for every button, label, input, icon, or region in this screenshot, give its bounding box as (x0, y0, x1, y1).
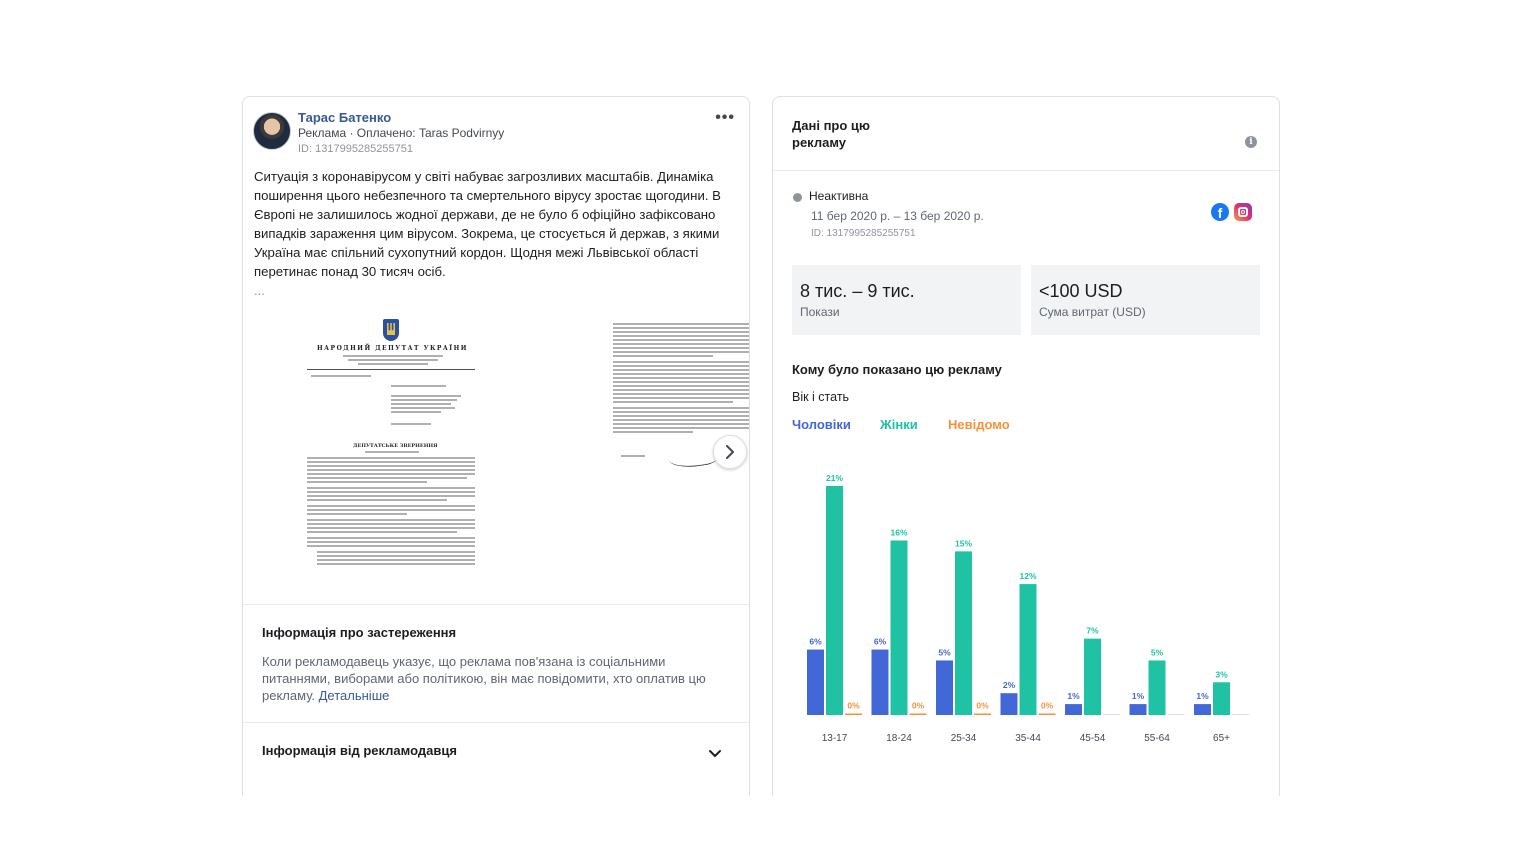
carousel-next-button[interactable] (713, 435, 747, 469)
bar-unknown-13-17[interactable] (845, 713, 862, 716)
info-icon[interactable]: i (1245, 136, 1257, 148)
more-options-icon[interactable]: ••• (715, 109, 735, 127)
bar-unknown-35-44[interactable] (1038, 713, 1056, 716)
status-dot-icon (793, 193, 802, 202)
learn-more-link[interactable]: Детальніше (319, 688, 390, 703)
author-avatar[interactable] (253, 112, 291, 150)
bar-value-label: 1% (1196, 691, 1209, 701)
divider (243, 722, 749, 723)
impressions-value: 8 тис. – 9 тис. (800, 281, 915, 301)
bar-value-label: 0% (1041, 701, 1054, 711)
legend-men[interactable]: Чоловіки (792, 417, 851, 432)
bar-unknown-25-34[interactable] (974, 713, 991, 716)
bar-men-13-17[interactable] (807, 649, 824, 715)
bar-value-label: 0% (847, 701, 860, 711)
x-tick-label: 13-17 (822, 733, 848, 744)
status-text: Неактивна (809, 189, 869, 203)
ad-id: ID: 1317995285255751 (811, 228, 916, 239)
bar-value-label: 16% (890, 527, 907, 537)
bar-value-label: 15% (955, 538, 972, 548)
impressions-label: Покази (800, 305, 840, 319)
divider (773, 170, 1279, 171)
paid-by: Taras Podvirnyy (418, 126, 505, 140)
chevron-right-icon (726, 445, 734, 459)
bar-men-45-54[interactable] (1065, 704, 1082, 715)
bar-value-label: 21% (826, 473, 843, 483)
bar-value-label: 0% (912, 701, 925, 711)
x-tick-label: 35-44 (1015, 733, 1041, 744)
age-gender-chart: 6% 21% 0% 13-17 6% 16% 0% 18-24 5% 15% 0% 25-34 2% 12… (807, 473, 1249, 744)
bar-men-18-24[interactable] (871, 649, 889, 715)
bar-women-25-34[interactable] (955, 551, 972, 715)
bar-men-65+[interactable] (1194, 704, 1211, 715)
bar-value-label: 7% (1086, 626, 1099, 636)
bar-women-45-54[interactable] (1084, 638, 1101, 715)
spend-box: <100 USD Сума витрат (USD) (1031, 265, 1260, 335)
bar-empty-unknown-65+ (1232, 714, 1249, 715)
author-name[interactable]: Тарас Батенко (298, 110, 391, 125)
x-tick-label: 25-34 (951, 733, 977, 744)
date-range: 11 бер 2020 р. – 13 бер 2020 р. (811, 209, 984, 223)
bar-value-label: 5% (938, 647, 951, 657)
bar-value-label: 0% (976, 701, 989, 711)
ad-data-title: Дані про цю рекламу (792, 118, 871, 150)
bar-value-label: 3% (1215, 669, 1228, 679)
ad-label: Реклама · Оплачено: (298, 126, 419, 140)
post-text: Ситуація з коронавірусом у світі набуває… (254, 169, 721, 279)
bar-women-65+[interactable] (1213, 682, 1230, 715)
bar-empty-unknown-55-64 (1167, 714, 1185, 715)
spend-label: Сума витрат (USD) (1039, 305, 1146, 319)
doc-heading: НАРОДНИЙ ДЕПУТАТ УКРАЇНИ (317, 345, 468, 352)
ad-id: ID: 1317995285255751 (298, 143, 413, 155)
legend-unknown[interactable]: Невідомо (948, 417, 1010, 432)
document-image[interactable]: НАРОДНИЙ ДЕПУТАТ УКРАЇНИ ДЕПУТАТСЬКЕ ЗВЕ… (303, 315, 479, 575)
trident-icon (387, 323, 395, 335)
bar-value-label: 1% (1132, 691, 1145, 701)
bar-value-label: 1% (1067, 691, 1080, 701)
x-tick-label: 55-64 (1144, 733, 1170, 744)
x-tick-label: 18-24 (886, 733, 912, 744)
disclaimer-text: Коли рекламодавець указує, що реклама по… (262, 653, 722, 704)
bar-men-35-44[interactable] (1000, 693, 1018, 715)
bar-value-label: 5% (1151, 647, 1164, 657)
ad-preview-card: Тарас Батенко Реклама · Оплачено: Taras … (242, 96, 750, 796)
divider (243, 604, 749, 605)
audience-title: Кому було показано цю рекламу (792, 362, 1002, 377)
facebook-icon: f (1211, 203, 1229, 221)
legend-women[interactable]: Жінки (880, 417, 918, 432)
bar-value-label: 6% (809, 637, 822, 647)
chevron-down-icon[interactable] (705, 747, 725, 761)
instagram-icon (1234, 203, 1252, 221)
bar-men-55-64[interactable] (1129, 704, 1147, 715)
x-tick-label: 45-54 (1080, 733, 1106, 744)
see-more[interactable]: ... (254, 283, 265, 298)
bar-women-18-24[interactable] (890, 540, 908, 715)
bar-empty-unknown-45-54 (1103, 714, 1120, 715)
advertiser-info-title[interactable]: Інформація від рекламодавця (262, 743, 457, 758)
signature-image (666, 445, 718, 471)
bar-value-label: 12% (1019, 571, 1036, 581)
spend-value: <100 USD (1039, 281, 1123, 301)
doc-title: ДЕПУТАТСЬКЕ ЗВЕРНЕННЯ (353, 443, 438, 449)
disclaimer-title: Інформація про застереження (262, 625, 457, 640)
bar-women-35-44[interactable] (1019, 584, 1037, 715)
bar-value-label: 2% (1003, 680, 1016, 690)
impressions-box: 8 тис. – 9 тис. Покази (792, 265, 1021, 335)
age-gender-label: Вік і стать (792, 390, 850, 404)
x-tick-label: 65+ (1213, 733, 1230, 744)
ad-data-card: Дані про цю рекламу i Неактивна 11 бер 2… (772, 96, 1280, 796)
bar-unknown-18-24[interactable] (909, 713, 927, 716)
bar-women-55-64[interactable] (1148, 660, 1166, 715)
bar-men-25-34[interactable] (936, 660, 953, 715)
ad-meta: Реклама · Оплачено: Taras Podvirnyy (298, 126, 504, 140)
bar-value-label: 6% (874, 637, 887, 647)
bar-women-13-17[interactable] (826, 485, 843, 715)
